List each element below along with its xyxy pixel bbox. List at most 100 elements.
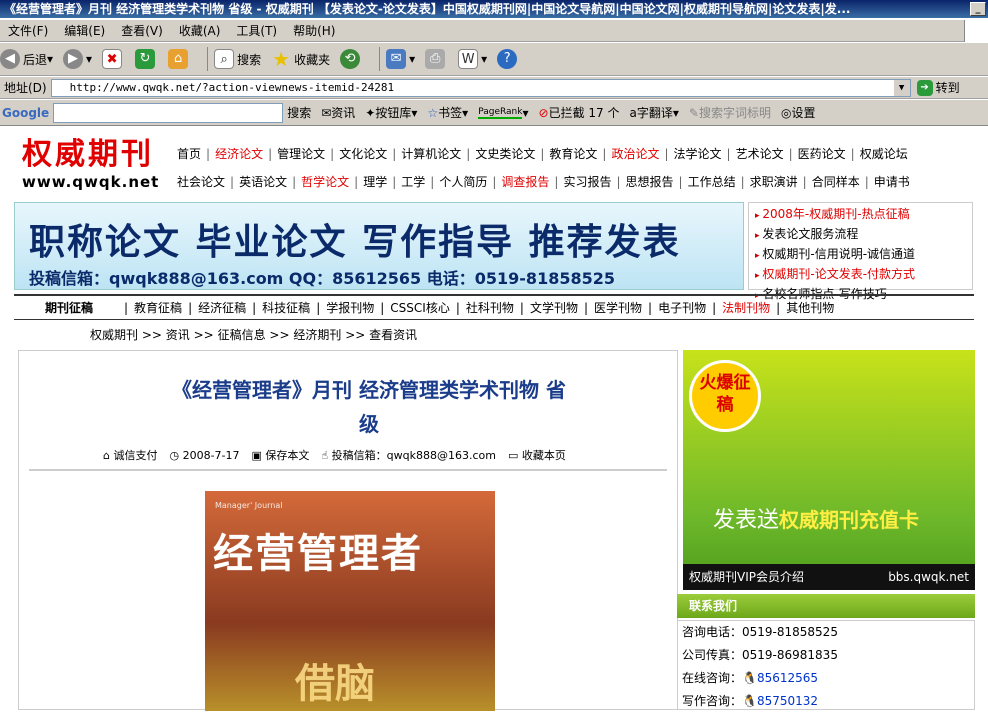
google-news-button[interactable]: ✉ 资讯 [321, 104, 355, 121]
menu-view[interactable]: 查看(V) [113, 20, 171, 42]
vip-ad-banner[interactable]: 火爆征稿 发表送权威期刊充值卡 权威期刊VIP会员介绍 bbs.qwqk.net [683, 350, 975, 590]
highlight-button[interactable]: ✎ 搜索字词标明 [689, 104, 771, 121]
nav-home[interactable]: 首页 [172, 147, 206, 161]
breadcrumb-item[interactable]: 资讯 [166, 328, 190, 342]
breadcrumb: 权威期刊 >> 资讯 >> 征稿信息 >> 经济期刊 >> 查看资讯 [90, 328, 418, 342]
google-buttons-button[interactable]: ✦ 按钮库 ▾ [365, 104, 417, 121]
settings-icon: ◎ [780, 105, 792, 120]
go-button[interactable]: ➔ 转到 [916, 79, 960, 96]
news-link[interactable]: 权威期刊-论文发表-付款方式 [755, 265, 966, 285]
nav-culture[interactable]: 文化论文 [334, 147, 392, 161]
nav-science[interactable]: 理学 [358, 175, 392, 189]
journal-cat-social[interactable]: 社科刊物 [460, 299, 520, 316]
banner-contact: 投稿信箱：qwqk888@163.com QQ：85612565 电话：0519… [29, 269, 615, 288]
menu-edit[interactable]: 编辑(E) [56, 20, 113, 42]
journal-cat-economics[interactable]: 经济征稿 [192, 299, 252, 316]
google-bookmarks-button[interactable]: ☆ 书签 ▾ [427, 104, 468, 121]
nav-thought[interactable]: 思想报告 [621, 175, 679, 189]
menu-file[interactable]: 文件(F) [0, 20, 56, 42]
favorites-button[interactable]: ★ 收藏夹 [271, 49, 330, 69]
menu-favorites[interactable]: 收藏(A) [171, 20, 229, 42]
nav-medicine[interactable]: 医药论文 [793, 147, 851, 161]
nav-application[interactable]: 申请书 [869, 175, 915, 189]
nav-economics[interactable]: 经济论文 [210, 147, 268, 161]
minimize-button[interactable]: _ [970, 2, 986, 16]
journal-cat-literature[interactable]: 文学刊物 [524, 299, 584, 316]
print-button[interactable]: ⎙ [425, 49, 448, 69]
menu-help[interactable]: 帮助(H) [285, 20, 343, 42]
journal-cat-university[interactable]: 学报刊物 [320, 299, 380, 316]
mail-button[interactable]: ✉ ▾ [386, 49, 415, 69]
journal-cat-other[interactable]: 其他刊物 [780, 299, 840, 316]
refresh-button[interactable]: ↻ [135, 49, 158, 69]
journal-cat-medical[interactable]: 医学刊物 [588, 299, 648, 316]
cover-subtitle: Manager' Journal [215, 501, 283, 510]
trust-pay-link[interactable]: ⌂ 诚信支付 [103, 447, 157, 463]
popup-blocker[interactable]: ⊘ 已拦截 17 个 [539, 104, 620, 121]
messenger-button[interactable]: ? [497, 49, 520, 69]
search-button[interactable]: ⌕ 搜索 [214, 49, 261, 69]
pagerank-indicator[interactable]: PageRank ▾ [478, 106, 529, 120]
online-qq-link[interactable]: 85612565 [757, 671, 818, 685]
news-link[interactable]: 2008年-权威期刊-热点征稿 [755, 205, 966, 225]
nav-forum[interactable]: 权威论坛 [855, 147, 913, 161]
search-icon: ⌕ [214, 49, 235, 69]
main-nav-row-2: 社会论文 | 英语论文 | 哲学论文 | 理学 | 工学 | 个人简历 | 调查报告 | 实习报告 | 思想报告… [172, 173, 915, 190]
nav-philosophy[interactable]: 哲学论文 [296, 175, 354, 189]
nav-education[interactable]: 教育论文 [544, 147, 602, 161]
write-qq-link[interactable]: 85750132 [757, 694, 818, 708]
site-logo[interactable]: 权威期刊 www.qwqk.net [22, 138, 159, 192]
nav-engineering[interactable]: 工学 [396, 175, 430, 189]
nav-summary[interactable]: 工作总结 [683, 175, 741, 189]
journal-cat-cssci[interactable]: CSSCI核心 [384, 299, 456, 316]
journal-cat-electronic[interactable]: 电子刊物 [652, 299, 712, 316]
google-search-button[interactable]: 搜索 [287, 104, 311, 121]
nav-speech[interactable]: 求职演讲 [745, 175, 803, 189]
nav-social[interactable]: 社会论文 [172, 175, 230, 189]
hot-badge-text: 火爆征稿 [699, 373, 751, 415]
nav-management[interactable]: 管理论文 [272, 147, 330, 161]
nav-english[interactable]: 英语论文 [234, 175, 292, 189]
nav-law[interactable]: 法学论文 [669, 147, 727, 161]
nav-computer[interactable]: 计算机论文 [396, 147, 466, 161]
nav-politics[interactable]: 政治论文 [606, 147, 664, 161]
bookmark-page-link[interactable]: ▭ 收藏本页 [508, 447, 566, 463]
submission-email[interactable]: ☝ 投稿信箱：qwqk888@163.com [321, 447, 496, 463]
google-toolbar: Google 搜索 ✉ 资讯 ✦ 按钮库 ▾ ☆ 书签 ▾ PageRank ▾ ⊘ 已拦截… [0, 100, 988, 126]
promo-banner[interactable]: 职称论文 毕业论文 写作指导 推荐发表 投稿信箱：qwqk888@163.com… [14, 202, 744, 290]
edit-button[interactable]: W ▾ [458, 49, 487, 69]
nav-history[interactable]: 文史类论文 [470, 147, 540, 161]
nav-survey[interactable]: 调查报告 [496, 175, 554, 189]
journal-cat-education[interactable]: 教育征稿 [128, 299, 188, 316]
mail-icon: ✉ [386, 49, 407, 69]
nav-resume[interactable]: 个人简历 [434, 175, 492, 189]
refresh-icon: ↻ [135, 49, 156, 69]
translate-button[interactable]: a字 翻译 ▾ [629, 104, 678, 121]
nav-internship[interactable]: 实习报告 [558, 175, 616, 189]
url-dropdown-icon[interactable]: ▼ [893, 79, 910, 96]
cover-title: 经营管理者 [213, 530, 423, 577]
save-article-link[interactable]: ▣ 保存本文 [252, 447, 310, 463]
forward-button[interactable]: ▶ ▾ [63, 49, 92, 69]
breadcrumb-item[interactable]: 经济期刊 [293, 328, 341, 342]
breadcrumb-item[interactable]: 征稿信息 [218, 328, 266, 342]
settings-button[interactable]: ◎ 设置 [781, 104, 816, 121]
back-button[interactable]: ◀ 后退 ▾ [0, 49, 53, 69]
history-button[interactable]: ⟲ [340, 49, 363, 69]
menu-tools[interactable]: 工具(T) [228, 20, 285, 42]
nav-art[interactable]: 艺术论文 [731, 147, 789, 161]
toolbar: ◀ 后退 ▾ ▶ ▾ ✖ ↻ ⌂ ⌕ 搜索 ★ 收藏夹 ⟲ ✉ ▾ ⎙ W ▾ ? [0, 43, 988, 76]
news-link[interactable]: 权威期刊-信用说明-诚信通道 [755, 245, 966, 265]
url-input[interactable]: http://www.qwqk.net/?action-viewnews-ite… [50, 78, 911, 97]
journal-cat-legal[interactable]: 法制刊物 [716, 299, 776, 316]
breadcrumb-item[interactable]: 权威期刊 [90, 328, 138, 342]
news-link[interactable]: 发表论文服务流程 [755, 225, 966, 245]
stop-button[interactable]: ✖ [102, 49, 125, 69]
nav-contract[interactable]: 合同样本 [807, 175, 865, 189]
google-search-input[interactable] [53, 102, 284, 123]
journal-cat-tech[interactable]: 科技征稿 [256, 299, 316, 316]
contact-fax: 公司传真：0519-86981835 [682, 648, 838, 662]
home-button[interactable]: ⌂ [168, 49, 191, 69]
ie-logo [964, 20, 988, 42]
edit-icon: W [458, 49, 479, 69]
